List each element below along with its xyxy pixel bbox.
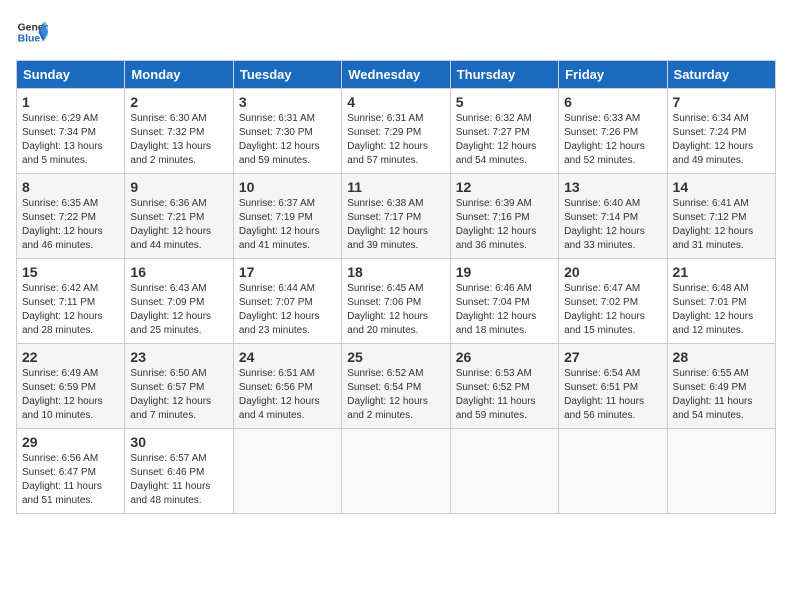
- calendar-week-3: 15Sunrise: 6:42 AMSunset: 7:11 PMDayligh…: [17, 259, 776, 344]
- calendar-week-5: 29Sunrise: 6:56 AMSunset: 6:47 PMDayligh…: [17, 429, 776, 514]
- calendar-day-21: 21Sunrise: 6:48 AMSunset: 7:01 PMDayligh…: [667, 259, 775, 344]
- calendar-day-23: 23Sunrise: 6:50 AMSunset: 6:57 PMDayligh…: [125, 344, 233, 429]
- calendar-day-3: 3Sunrise: 6:31 AMSunset: 7:30 PMDaylight…: [233, 89, 341, 174]
- column-header-saturday: Saturday: [667, 61, 775, 89]
- column-header-tuesday: Tuesday: [233, 61, 341, 89]
- calendar-day-8: 8Sunrise: 6:35 AMSunset: 7:22 PMDaylight…: [17, 174, 125, 259]
- calendar-day-27: 27Sunrise: 6:54 AMSunset: 6:51 PMDayligh…: [559, 344, 667, 429]
- calendar-day-9: 9Sunrise: 6:36 AMSunset: 7:21 PMDaylight…: [125, 174, 233, 259]
- column-header-sunday: Sunday: [17, 61, 125, 89]
- calendar-day-empty: [450, 429, 558, 514]
- column-header-wednesday: Wednesday: [342, 61, 450, 89]
- calendar-day-24: 24Sunrise: 6:51 AMSunset: 6:56 PMDayligh…: [233, 344, 341, 429]
- column-header-friday: Friday: [559, 61, 667, 89]
- calendar-day-29: 29Sunrise: 6:56 AMSunset: 6:47 PMDayligh…: [17, 429, 125, 514]
- page-header: General Blue: [16, 16, 776, 48]
- calendar-day-26: 26Sunrise: 6:53 AMSunset: 6:52 PMDayligh…: [450, 344, 558, 429]
- calendar-table: SundayMondayTuesdayWednesdayThursdayFrid…: [16, 60, 776, 514]
- calendar-day-14: 14Sunrise: 6:41 AMSunset: 7:12 PMDayligh…: [667, 174, 775, 259]
- logo-icon: General Blue: [16, 16, 48, 48]
- calendar-day-20: 20Sunrise: 6:47 AMSunset: 7:02 PMDayligh…: [559, 259, 667, 344]
- calendar-day-13: 13Sunrise: 6:40 AMSunset: 7:14 PMDayligh…: [559, 174, 667, 259]
- calendar-day-10: 10Sunrise: 6:37 AMSunset: 7:19 PMDayligh…: [233, 174, 341, 259]
- calendar-day-empty: [667, 429, 775, 514]
- calendar-header-row: SundayMondayTuesdayWednesdayThursdayFrid…: [17, 61, 776, 89]
- calendar-day-16: 16Sunrise: 6:43 AMSunset: 7:09 PMDayligh…: [125, 259, 233, 344]
- svg-text:Blue: Blue: [18, 34, 41, 45]
- calendar-day-5: 5Sunrise: 6:32 AMSunset: 7:27 PMDaylight…: [450, 89, 558, 174]
- column-header-monday: Monday: [125, 61, 233, 89]
- calendar-day-empty: [233, 429, 341, 514]
- calendar-day-18: 18Sunrise: 6:45 AMSunset: 7:06 PMDayligh…: [342, 259, 450, 344]
- calendar-day-12: 12Sunrise: 6:39 AMSunset: 7:16 PMDayligh…: [450, 174, 558, 259]
- calendar-day-15: 15Sunrise: 6:42 AMSunset: 7:11 PMDayligh…: [17, 259, 125, 344]
- calendar-week-2: 8Sunrise: 6:35 AMSunset: 7:22 PMDaylight…: [17, 174, 776, 259]
- calendar-day-2: 2Sunrise: 6:30 AMSunset: 7:32 PMDaylight…: [125, 89, 233, 174]
- calendar-day-30: 30Sunrise: 6:57 AMSunset: 6:46 PMDayligh…: [125, 429, 233, 514]
- calendar-day-empty: [342, 429, 450, 514]
- calendar-day-empty: [559, 429, 667, 514]
- calendar-day-17: 17Sunrise: 6:44 AMSunset: 7:07 PMDayligh…: [233, 259, 341, 344]
- calendar-week-1: 1Sunrise: 6:29 AMSunset: 7:34 PMDaylight…: [17, 89, 776, 174]
- calendar-day-6: 6Sunrise: 6:33 AMSunset: 7:26 PMDaylight…: [559, 89, 667, 174]
- calendar-day-1: 1Sunrise: 6:29 AMSunset: 7:34 PMDaylight…: [17, 89, 125, 174]
- calendar-day-7: 7Sunrise: 6:34 AMSunset: 7:24 PMDaylight…: [667, 89, 775, 174]
- logo: General Blue: [16, 16, 48, 48]
- calendar-week-4: 22Sunrise: 6:49 AMSunset: 6:59 PMDayligh…: [17, 344, 776, 429]
- calendar-body: 1Sunrise: 6:29 AMSunset: 7:34 PMDaylight…: [17, 89, 776, 514]
- column-header-thursday: Thursday: [450, 61, 558, 89]
- calendar-day-4: 4Sunrise: 6:31 AMSunset: 7:29 PMDaylight…: [342, 89, 450, 174]
- calendar-day-25: 25Sunrise: 6:52 AMSunset: 6:54 PMDayligh…: [342, 344, 450, 429]
- calendar-day-22: 22Sunrise: 6:49 AMSunset: 6:59 PMDayligh…: [17, 344, 125, 429]
- calendar-day-19: 19Sunrise: 6:46 AMSunset: 7:04 PMDayligh…: [450, 259, 558, 344]
- calendar-day-11: 11Sunrise: 6:38 AMSunset: 7:17 PMDayligh…: [342, 174, 450, 259]
- calendar-day-28: 28Sunrise: 6:55 AMSunset: 6:49 PMDayligh…: [667, 344, 775, 429]
